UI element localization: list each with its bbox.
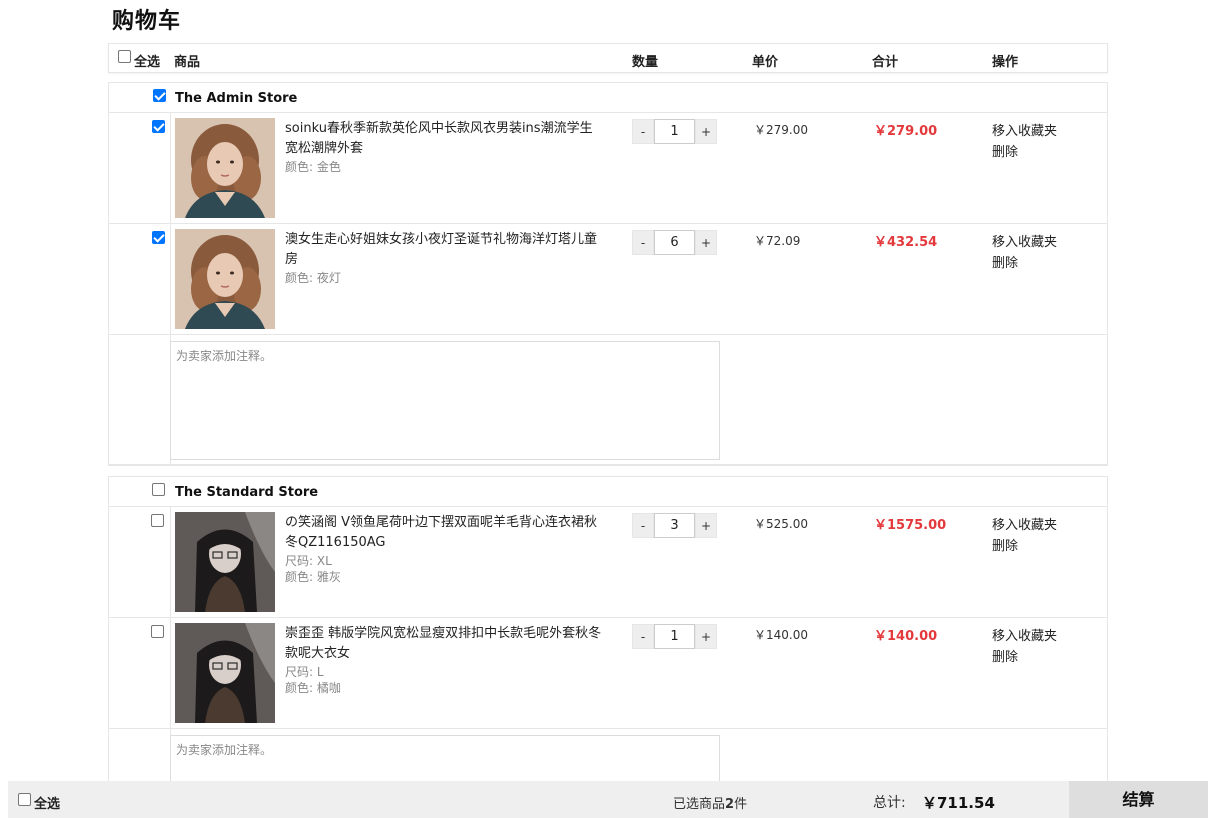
item-total: ￥279.00: [874, 124, 938, 139]
quantity-stepper: - 3 +: [632, 513, 717, 538]
header-quantity: 数量: [632, 55, 659, 70]
total-amount: ￥711.54: [922, 794, 995, 812]
store-name: The Standard Store: [175, 485, 319, 500]
quantity-plus-button[interactable]: +: [695, 230, 717, 255]
quantity-stepper: - 1 +: [632, 119, 717, 144]
quantity-stepper: - 1 +: [632, 624, 717, 649]
delete-link[interactable]: 删除: [992, 646, 1018, 665]
cart-item-row: 澳女生走心好姐妹女孩小夜灯圣诞节礼物海洋灯塔儿童房 颜色: 夜灯 - 6 + ￥…: [109, 224, 1107, 335]
select-all-label-bottom: 全选: [34, 797, 61, 812]
checkout-bar: 全选 已选商品2件 总计: ￥711.54 结算: [8, 781, 1208, 818]
total-label: 总计:: [873, 795, 906, 811]
item-checkbox[interactable]: [152, 120, 165, 133]
product-spec-color: 颜色: 橘咖: [285, 681, 341, 695]
anime-girl-image: [175, 512, 275, 612]
cart-item-row: の笑涵阁 V领鱼尾荷叶边下摆双面呢羊毛背心连衣裙秋冬QZ116150AG 尺码:…: [109, 507, 1107, 618]
cart-table-header: 全选 商品 数量 单价 合计 操作: [108, 43, 1108, 73]
quantity-input[interactable]: 6: [654, 230, 695, 255]
checkout-button[interactable]: 结算: [1069, 781, 1208, 818]
unit-price: ￥279.00: [754, 123, 808, 137]
item-total: ￥140.00: [874, 629, 938, 644]
row-divider: [170, 618, 171, 729]
product-spec-size: 尺码: L: [285, 665, 324, 679]
select-all-checkbox-bottom[interactable]: [18, 793, 31, 806]
quantity-stepper: - 6 +: [632, 230, 717, 255]
delete-link[interactable]: 删除: [992, 535, 1018, 554]
quantity-plus-button[interactable]: +: [695, 513, 717, 538]
select-all-checkbox-top[interactable]: [118, 50, 131, 63]
product-title[interactable]: 崇歪歪 韩版学院风宽松显瘦双排扣中长款毛呢外套秋冬款呢大衣女: [285, 624, 605, 664]
selected-prefix: 已选商品: [673, 797, 726, 812]
unit-price: ￥72.09: [754, 234, 801, 248]
delete-link[interactable]: 删除: [992, 252, 1018, 271]
item-checkbox[interactable]: [151, 514, 164, 527]
quantity-input[interactable]: 3: [654, 513, 695, 538]
product-image[interactable]: [175, 512, 275, 612]
header-product: 商品: [174, 55, 201, 70]
unit-price: ￥140.00: [754, 628, 808, 642]
header-subtotal: 合计: [872, 55, 899, 70]
quantity-plus-button[interactable]: +: [695, 624, 717, 649]
selected-count-text: 已选商品2件: [673, 793, 747, 812]
item-checkbox[interactable]: [151, 625, 164, 638]
product-title[interactable]: soinku春秋季新款英伦风中长款风衣男装ins潮流学生宽松潮牌外套: [285, 119, 605, 159]
store-header: The Standard Store: [109, 477, 1107, 507]
move-to-favorites-link[interactable]: 移入收藏夹: [992, 120, 1057, 139]
store-standard: The Standard Store の笑涵阁 V领鱼尾荷叶边下摆双面呢羊毛背心…: [108, 476, 1108, 818]
quantity-plus-button[interactable]: +: [695, 119, 717, 144]
store-admin: The Admin Store soinku春秋季新款英伦风中长款风衣男装ins…: [108, 82, 1108, 466]
product-spec-size: 尺码: XL: [285, 554, 332, 568]
store-header: The Admin Store: [109, 83, 1107, 113]
move-to-favorites-link[interactable]: 移入收藏夹: [992, 625, 1057, 644]
quantity-minus-button[interactable]: -: [632, 624, 654, 649]
product-spec-color: 颜色: 金色: [285, 160, 341, 174]
store-name: The Admin Store: [175, 91, 298, 106]
store-checkbox[interactable]: [152, 483, 165, 496]
store-checkbox[interactable]: [153, 89, 166, 102]
quantity-minus-button[interactable]: -: [632, 230, 654, 255]
row-divider: [170, 113, 171, 224]
quantity-input[interactable]: 1: [654, 624, 695, 649]
product-title[interactable]: 澳女生走心好姐妹女孩小夜灯圣诞节礼物海洋灯塔儿童房: [285, 230, 605, 270]
header-unit-price: 单价: [752, 55, 779, 70]
product-image[interactable]: [175, 623, 275, 723]
delete-link[interactable]: 删除: [992, 141, 1018, 160]
item-total: ￥432.54: [874, 235, 938, 250]
selected-count: 2: [725, 797, 735, 812]
woman-portrait-image: [175, 118, 275, 218]
row-divider: [170, 507, 171, 618]
product-spec-color: 颜色: 雅灰: [285, 570, 341, 584]
woman-portrait-image: [175, 229, 275, 329]
product-image[interactable]: [175, 229, 275, 329]
product-title[interactable]: の笑涵阁 V领鱼尾荷叶边下摆双面呢羊毛背心连衣裙秋冬QZ116150AG: [285, 513, 605, 553]
quantity-minus-button[interactable]: -: [632, 119, 654, 144]
quantity-input[interactable]: 1: [654, 119, 695, 144]
quantity-minus-button[interactable]: -: [632, 513, 654, 538]
item-checkbox[interactable]: [152, 231, 165, 244]
cart-item-row: 崇歪歪 韩版学院风宽松显瘦双排扣中长款毛呢外套秋冬款呢大衣女 尺码: L 颜色:…: [109, 618, 1107, 729]
unit-price: ￥525.00: [754, 517, 808, 531]
page-title: 购物车: [112, 9, 182, 34]
seller-note-area: 为卖家添加注释。: [109, 335, 1107, 465]
move-to-favorites-link[interactable]: 移入收藏夹: [992, 514, 1057, 533]
cart-item-row: soinku春秋季新款英伦风中长款风衣男装ins潮流学生宽松潮牌外套 颜色: 金…: [109, 113, 1107, 224]
product-spec-color: 颜色: 夜灯: [285, 271, 341, 285]
selected-suffix: 件: [734, 797, 748, 812]
anime-girl-image: [175, 623, 275, 723]
seller-note-textarea[interactable]: 为卖家添加注释。: [170, 341, 720, 460]
row-divider: [170, 224, 171, 335]
header-actions: 操作: [992, 55, 1019, 70]
product-image[interactable]: [175, 118, 275, 218]
move-to-favorites-link[interactable]: 移入收藏夹: [992, 231, 1057, 250]
item-total: ￥1575.00: [874, 518, 947, 533]
select-all-label-top: 全选: [134, 55, 161, 70]
